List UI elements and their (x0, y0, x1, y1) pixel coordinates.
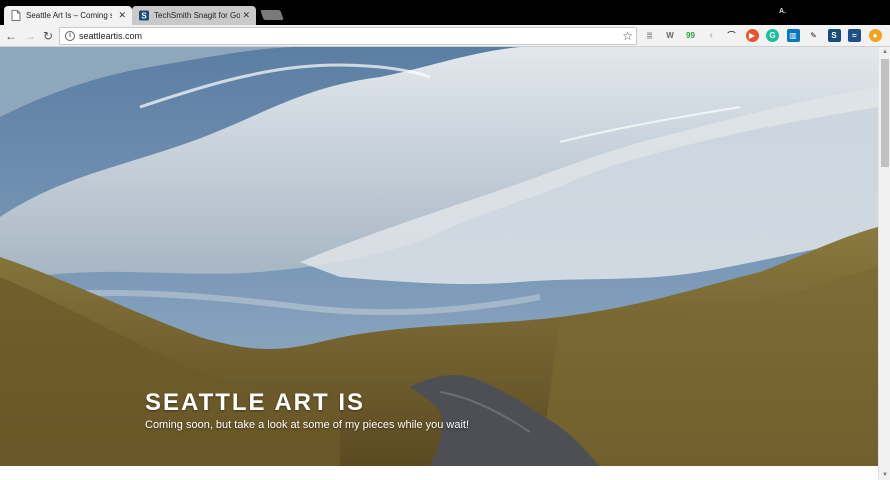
svg-text:S: S (141, 12, 147, 21)
hero-section: SEATTLE ART IS Coming soon, but take a l… (0, 47, 878, 466)
scrollbar-thumb[interactable] (881, 59, 889, 167)
analytics-icon[interactable]: ≈ (848, 29, 861, 42)
tab-techsmith-snagit[interactable]: S TechSmith Snagit for Go ✕ (132, 6, 256, 25)
profile-label[interactable]: A. (779, 8, 786, 15)
coin-icon[interactable]: ● (868, 29, 882, 42)
quote-icon[interactable]: 99 (684, 29, 697, 42)
pin-icon[interactable]: ♀ (705, 29, 718, 42)
forward-arrow-icon[interactable]: → (22, 28, 38, 44)
arc-icon[interactable]: ⌒ (725, 29, 738, 42)
site-description: Coming soon, but take a look at some of … (145, 419, 470, 431)
close-tab-icon[interactable]: ✕ (242, 6, 250, 25)
info-icon[interactable]: i (65, 31, 75, 41)
tab-title: TechSmith Snagit for Go (154, 11, 240, 20)
address-bar[interactable]: i seattleartis.com ☆ (59, 27, 637, 45)
snagit-icon: S (139, 10, 149, 21)
wordpress-icon[interactable]: W (664, 29, 677, 42)
browser-toolbar: ← → ↻ i seattleartis.com ☆ ≣ W 99 ♀ ⌒ ▶ G ▥ ✎ S ≈ ● (0, 25, 890, 47)
back-arrow-icon[interactable]: ← (3, 28, 19, 44)
new-tab-button[interactable] (260, 10, 284, 20)
reader-icon[interactable]: ≣ (643, 29, 656, 42)
scroll-up-icon[interactable]: ▲ (882, 49, 888, 55)
bookmark-star-icon[interactable]: ☆ (622, 28, 633, 44)
tab-title: Seattle Art Is – Coming s (26, 11, 112, 20)
play-icon[interactable]: ▶ (745, 29, 759, 42)
page-icon (11, 10, 21, 21)
scroll-down-icon[interactable]: ▼ (882, 472, 888, 478)
reload-icon[interactable]: ↻ (40, 28, 56, 44)
trello-icon[interactable]: ▥ (786, 29, 800, 42)
tab-strip: Seattle Art Is – Coming s ✕ S TechSmith … (0, 0, 890, 25)
tab-seattle-art-is[interactable]: Seattle Art Is – Coming s ✕ (4, 6, 132, 25)
site-title[interactable]: SEATTLE ART IS (145, 389, 365, 417)
grammarly-icon[interactable]: G (766, 29, 779, 42)
snagit-ext-icon[interactable]: S (827, 29, 841, 42)
close-tab-icon[interactable]: ✕ (118, 6, 126, 25)
eyedropper-icon[interactable]: ✎ (807, 29, 820, 42)
page-below-hero (0, 466, 878, 480)
url-text[interactable]: seattleartis.com (79, 28, 142, 44)
vertical-scrollbar[interactable]: ▲ ▼ (878, 47, 890, 480)
hero-painting-image (0, 47, 878, 466)
